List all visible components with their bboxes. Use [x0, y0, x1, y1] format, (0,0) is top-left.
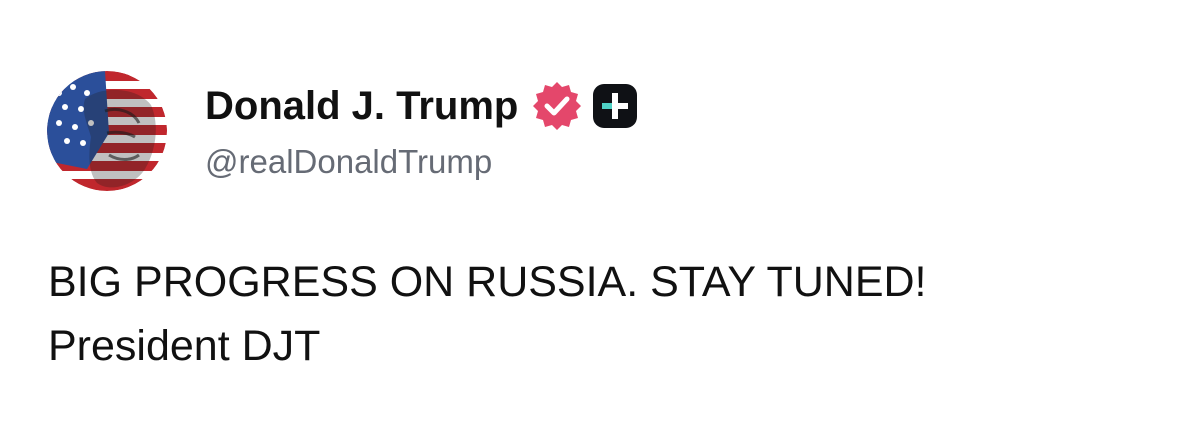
post-text: BIG PROGRESS ON RUSSIA. STAY TUNED! Pres… — [48, 250, 1168, 378]
avatar[interactable] — [47, 71, 167, 191]
plus-badge-icon — [592, 83, 638, 129]
avatar-flag-portrait-icon — [47, 71, 167, 191]
post-text-line: BIG PROGRESS ON RUSSIA. STAY TUNED! — [48, 258, 927, 306]
display-name[interactable]: Donald J. Trump — [205, 84, 518, 129]
name-row: Donald J. Trump — [205, 79, 638, 133]
post-card: Donald J. Trump @realDonaldTrump BIG PRO… — [0, 0, 1200, 435]
post-text-line: President DJT — [48, 322, 321, 370]
verified-badge-icon — [530, 79, 584, 133]
user-handle[interactable]: @realDonaldTrump — [205, 143, 492, 181]
